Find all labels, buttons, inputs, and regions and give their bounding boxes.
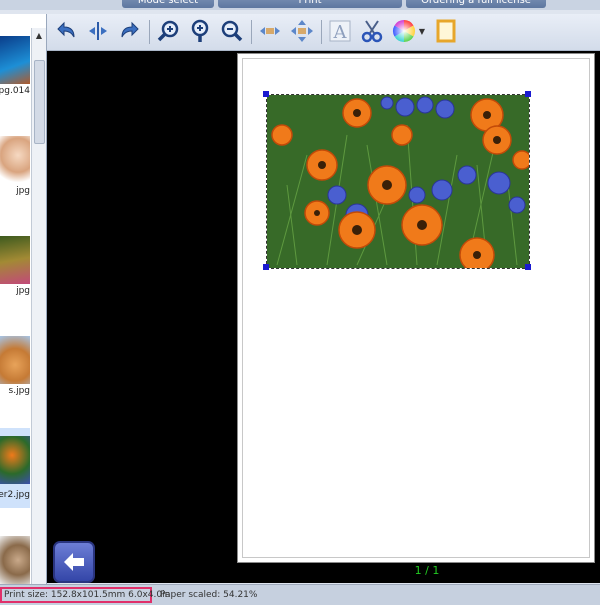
- toolbar-separator: [251, 20, 252, 44]
- thumbnail-sidebar: 014.jpg jpg jpg s.jpg er2.jpg ▲ ▼: [0, 14, 47, 598]
- zoom-in-icon[interactable]: [155, 18, 181, 44]
- thumbnail-item[interactable]: jpg: [0, 136, 30, 204]
- zoom-out-icon[interactable]: [219, 18, 245, 44]
- toolbar-separator: [149, 20, 150, 44]
- thumbnail-item[interactable]: [0, 536, 30, 584]
- color-wheel-icon[interactable]: [391, 18, 417, 44]
- status-bar: Print size: 152.8x101.5mm 6.0x4.0in Pape…: [0, 584, 600, 605]
- undo-icon[interactable]: [53, 18, 79, 44]
- top-tabs: Mode select Print Ordering a full licens…: [0, 0, 600, 10]
- page-counter: 1 / 1: [414, 564, 440, 577]
- move-all-icon[interactable]: [289, 18, 315, 44]
- svg-text:A: A: [333, 22, 348, 43]
- arrow-left-icon: [64, 553, 84, 571]
- print-size-status: Print size: 152.8x101.5mm 6.0x4.0in: [0, 587, 170, 603]
- tab-mode-select[interactable]: Mode select: [122, 0, 214, 8]
- resize-handle[interactable]: [263, 91, 269, 97]
- thumbnail-scrollbar[interactable]: ▲ ▼: [31, 28, 46, 598]
- redo-icon[interactable]: [117, 18, 143, 44]
- thumbnail-image: [0, 236, 30, 284]
- text-icon[interactable]: A: [327, 18, 353, 44]
- resize-handle[interactable]: [525, 91, 531, 97]
- thumbnail-image: [0, 436, 30, 484]
- frame-icon[interactable]: [433, 18, 459, 44]
- thumbnail-image: [0, 36, 30, 84]
- thumbnail-label: jpg: [16, 286, 30, 296]
- toolbar-separator: [321, 20, 322, 44]
- toolbar: A ▼: [47, 14, 600, 51]
- thumbnail-label: jpg: [16, 186, 30, 196]
- thumbnail-image: [0, 536, 30, 584]
- flower-photo: [267, 95, 529, 268]
- thumbnail-item-selected[interactable]: er2.jpg: [0, 428, 30, 508]
- scroll-up-icon[interactable]: ▲: [33, 30, 45, 42]
- print-preview-area: 1 / 1: [47, 51, 600, 583]
- flip-horizontal-icon[interactable]: [85, 18, 111, 44]
- resize-handle[interactable]: [263, 264, 269, 270]
- thumbnail-label: 014.jpg: [0, 86, 30, 96]
- scrollbar-thumb[interactable]: [34, 60, 45, 144]
- thumbnail-image: [0, 136, 30, 184]
- thumbnail-item[interactable]: s.jpg: [0, 336, 30, 404]
- thumbnail-item[interactable]: 014.jpg: [0, 36, 30, 104]
- thumbnail-label: s.jpg: [8, 386, 30, 396]
- zoom-fit-icon[interactable]: [187, 18, 213, 44]
- thumbnail-label: er2.jpg: [0, 490, 30, 500]
- move-horizontal-icon[interactable]: [257, 18, 283, 44]
- cut-icon[interactable]: [359, 18, 385, 44]
- back-button[interactable]: [53, 541, 95, 583]
- color-dropdown-icon[interactable]: ▼: [417, 18, 427, 44]
- resize-handle[interactable]: [525, 264, 531, 270]
- paper-scaled-status: Paper scaled: 54.21%: [160, 590, 258, 600]
- thumbnail-image: [0, 336, 30, 384]
- thumbnail-list: 014.jpg jpg jpg s.jpg er2.jpg: [0, 28, 30, 598]
- tab-ordering-license[interactable]: Ordering a full license: [406, 0, 546, 8]
- paper-page: [237, 53, 595, 563]
- thumbnail-item[interactable]: jpg: [0, 236, 30, 304]
- tab-print[interactable]: Print: [218, 0, 402, 8]
- photo-frame[interactable]: [266, 94, 530, 269]
